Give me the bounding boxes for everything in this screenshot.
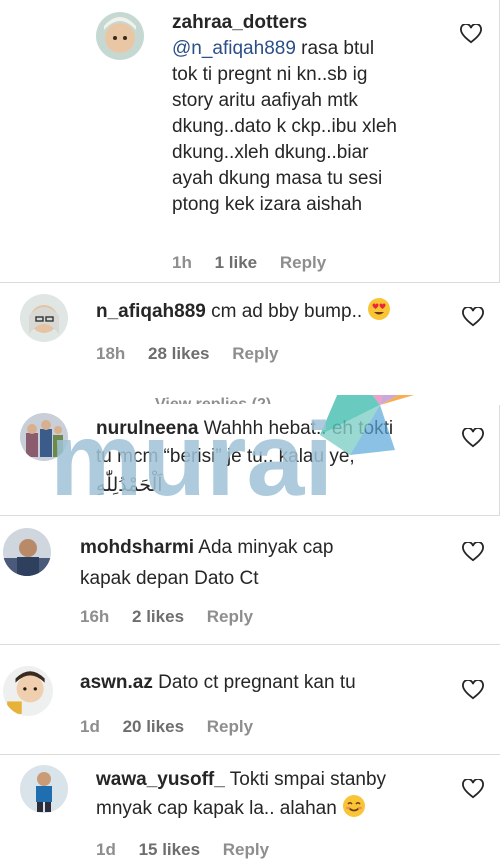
comment-text: kapak depan Dato Ct — [80, 568, 259, 589]
comment-text: dkung..dato k ckp..ibu xleh — [172, 116, 397, 137]
like-count[interactable]: 2 likes — [132, 607, 184, 626]
comment-text: Ada minyak cap — [198, 537, 334, 558]
heart-icon[interactable] — [462, 307, 484, 327]
comment-text: Wahhh hebat.. eh tokti — [203, 418, 394, 439]
heart-icon[interactable] — [462, 680, 484, 700]
comment-text: rasa btul — [301, 38, 375, 59]
divider — [0, 754, 500, 755]
divider — [0, 282, 500, 283]
smiling-emoji — [342, 794, 366, 818]
reply-button[interactable]: Reply — [207, 717, 253, 736]
reply-button[interactable]: Reply — [223, 840, 269, 859]
comment-text: اَلْحَمْدُلِلّٰهِ — [96, 474, 163, 496]
comment-time: 16h — [80, 607, 110, 626]
comment-text: ptong kek izara aishah — [172, 194, 363, 215]
comment-text: mnyak cap kapak la.. alahan — [96, 798, 337, 819]
comment-text: cm ad bby bump.. — [211, 301, 363, 322]
comment-username[interactable]: aswn.az — [80, 672, 153, 693]
comment-time: 1d — [80, 717, 100, 736]
reply-button[interactable]: Reply — [232, 344, 278, 363]
comment-text: Tokti smpai stanby — [229, 769, 387, 790]
reply-button[interactable]: Reply — [280, 253, 326, 272]
comment-text: Dato ct pregnant kan tu — [158, 672, 356, 693]
like-count[interactable]: 1 like — [215, 253, 258, 272]
comment-time: 18h — [96, 344, 126, 363]
comment-username[interactable]: zahraa_dotters — [172, 12, 307, 33]
like-count[interactable]: 20 likes — [123, 717, 184, 736]
like-count[interactable]: 15 likes — [139, 840, 200, 859]
comment-text: dkung..xleh dkung..biar — [172, 142, 369, 163]
comment-text: tok ti pregnt ni kn..sb ig — [172, 64, 368, 85]
heart-icon[interactable] — [462, 779, 484, 799]
reply-button[interactable]: Reply — [207, 607, 253, 626]
divider — [0, 644, 500, 645]
divider — [0, 515, 500, 516]
comment-time: 1d — [96, 840, 116, 859]
avatar[interactable] — [96, 12, 144, 60]
mention-link[interactable]: @n_afiqah889 — [172, 38, 296, 59]
comment-username[interactable]: nurulneena — [96, 418, 198, 439]
avatar[interactable] — [20, 765, 68, 813]
avatar[interactable] — [3, 666, 53, 716]
avatar[interactable] — [3, 528, 51, 576]
heart-icon[interactable] — [460, 24, 482, 44]
comment-username[interactable]: wawa_yusoff_ — [96, 769, 225, 790]
comment-username[interactable]: n_afiqah889 — [96, 301, 206, 322]
avatar[interactable] — [20, 413, 68, 461]
comment-text: ayah dkung masa tu sesi — [172, 168, 383, 189]
comment-text: story aritu aafiyah mtk — [172, 90, 358, 111]
heart-icon[interactable] — [462, 542, 484, 562]
comment-text: tu mcm “berisi” je tu.. kalau ye, — [96, 446, 355, 467]
heart-icon[interactable] — [462, 428, 484, 448]
comment-username[interactable]: mohdsharmi — [80, 537, 194, 558]
view-replies-link[interactable]: View replies (2) — [155, 393, 271, 404]
comment-time: 1h — [172, 253, 192, 272]
like-count[interactable]: 28 likes — [148, 344, 209, 363]
heart-eyes-emoji — [367, 297, 391, 321]
avatar[interactable] — [20, 294, 68, 342]
